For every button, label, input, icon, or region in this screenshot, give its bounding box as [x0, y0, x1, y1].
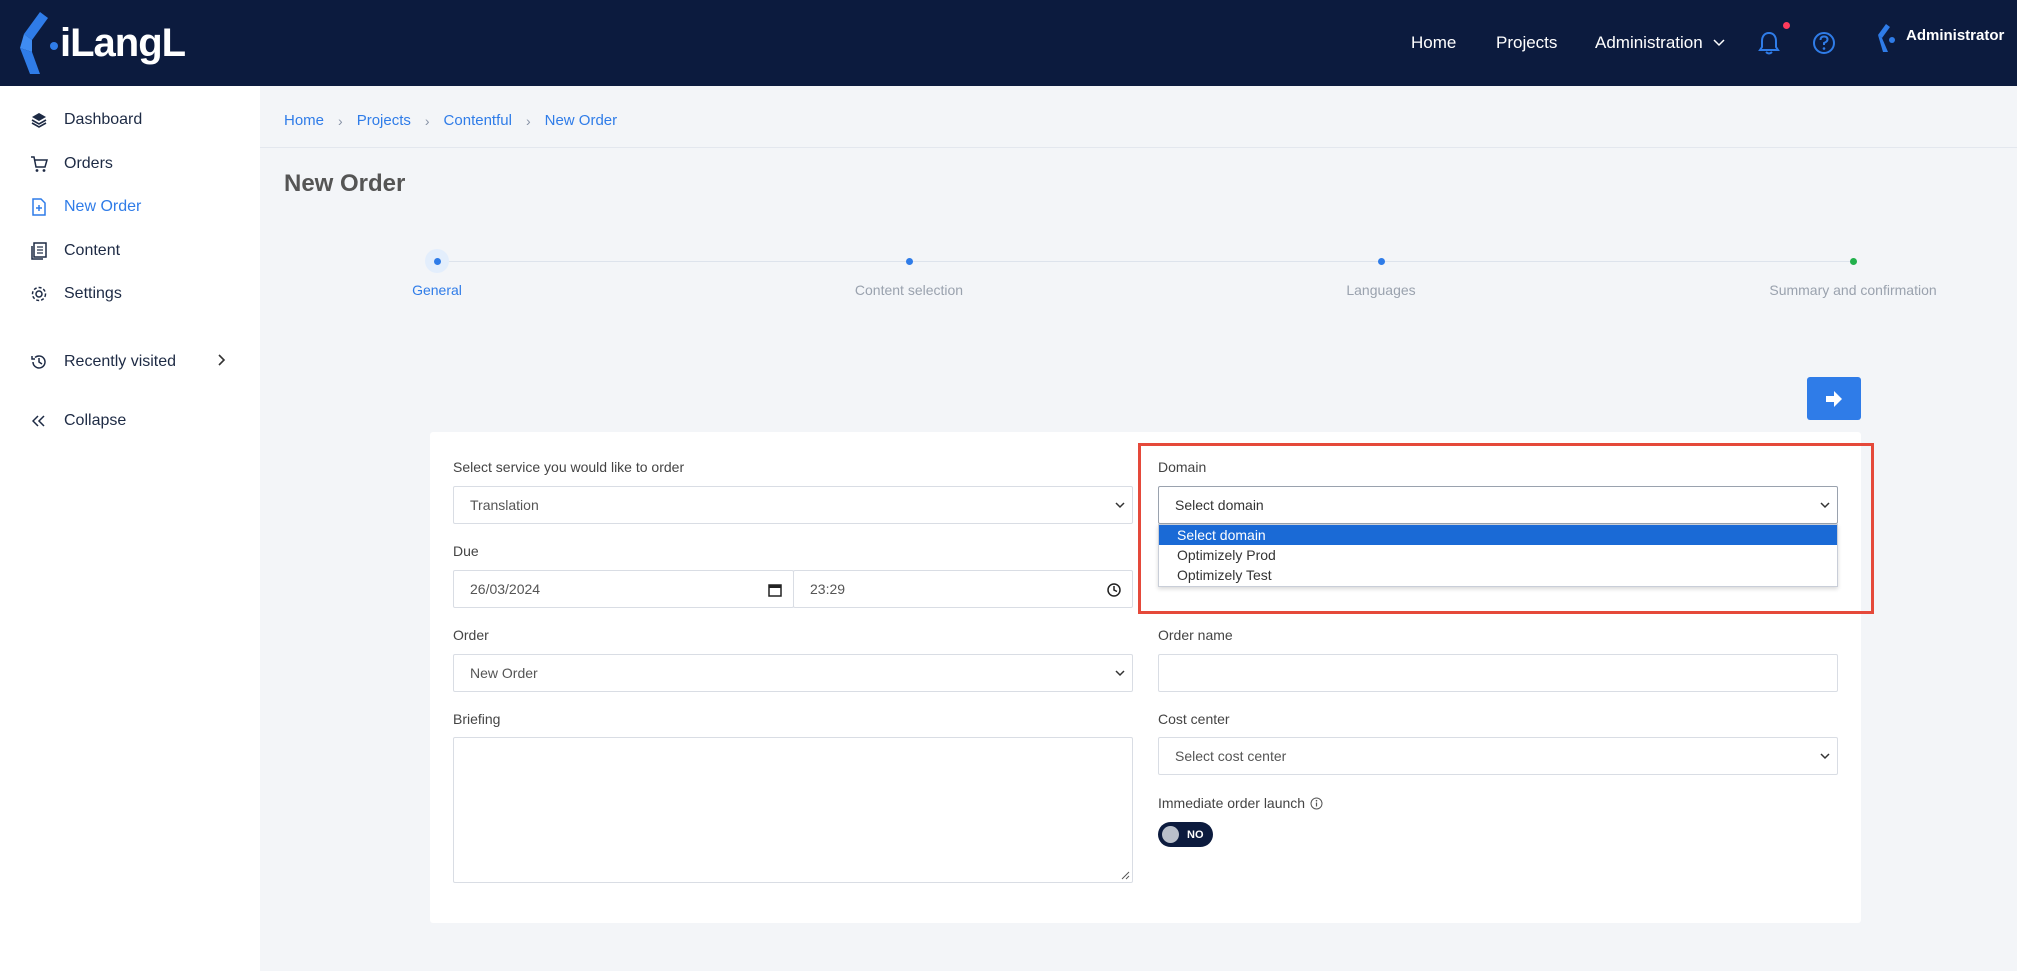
sidebar-item-dashboard[interactable]: Dashboard	[30, 108, 142, 132]
ilangl-logo[interactable]: iLangL	[10, 12, 186, 74]
immediate-launch-label: Immediate order launch	[1158, 795, 1306, 811]
domain-option[interactable]: Select domain	[1159, 525, 1837, 545]
sidebar-item-orders[interactable]: Orders	[30, 152, 113, 176]
cost-center-select[interactable]: Select cost center	[1158, 737, 1838, 775]
notification-dot	[1783, 22, 1790, 29]
breadcrumb-bar: Home › Projects › Contentful › New Order	[260, 86, 2017, 148]
sidebar-item-content[interactable]: Content	[30, 239, 120, 263]
breadcrumb-projects[interactable]: Projects	[357, 112, 411, 129]
domain-value: Select domain	[1175, 497, 1264, 513]
due-time-input[interactable]: 23:29	[793, 570, 1133, 608]
nav-home[interactable]: Home	[1411, 33, 1456, 53]
arrow-right-icon	[1826, 390, 1842, 407]
step-dot-languages[interactable]	[1378, 258, 1385, 265]
due-date-value: 26/03/2024	[470, 581, 541, 597]
chevron-down-icon	[1115, 502, 1125, 509]
immediate-launch-toggle[interactable]: NO	[1158, 822, 1213, 847]
next-step-button[interactable]	[1807, 377, 1861, 420]
chevron-right-icon: ›	[338, 112, 343, 129]
page-title: New Order	[284, 170, 406, 197]
step-label-summary[interactable]: Summary and confirmation	[1769, 282, 1936, 298]
layers-icon	[30, 111, 48, 129]
breadcrumb-contentful[interactable]: Contentful	[444, 112, 512, 129]
step-label-languages[interactable]: Languages	[1346, 282, 1415, 298]
sidebar: Dashboard Orders New Order Content Setti…	[0, 86, 260, 971]
chevron-down-icon	[1820, 502, 1830, 509]
sidebar-item-settings[interactable]: Settings	[30, 282, 122, 306]
gear-icon	[30, 285, 48, 303]
history-icon	[30, 353, 48, 371]
order-value: New Order	[470, 665, 538, 681]
cost-center-label: Cost center	[1158, 711, 1230, 727]
step-dot-general[interactable]	[434, 258, 441, 265]
sidebar-item-label: Recently visited	[64, 353, 177, 370]
step-label-general[interactable]: General	[412, 282, 462, 298]
chevron-down-icon	[1820, 753, 1830, 760]
order-label: Order	[453, 627, 489, 643]
stepper-track	[437, 261, 1855, 262]
briefing-textarea[interactable]	[453, 737, 1133, 883]
due-time-value: 23:29	[810, 581, 846, 597]
sidebar-item-recently-visited[interactable]: Recently visited	[30, 350, 226, 374]
service-select[interactable]: Translation	[453, 486, 1133, 524]
toggle-state: NO	[1187, 828, 1204, 841]
chevron-right-icon: ›	[424, 112, 430, 129]
chevron-right-icon	[218, 353, 226, 371]
step-dot-summary[interactable]	[1850, 258, 1857, 265]
service-label: Select service you would like to order	[453, 459, 685, 475]
logo-mark-icon	[20, 12, 58, 74]
breadcrumb: Home › Projects › Contentful › New Order	[284, 112, 617, 129]
documents-icon	[30, 242, 48, 260]
domain-option[interactable]: Optimizely Test	[1159, 565, 1837, 585]
step-label-content-selection[interactable]: Content selection	[855, 282, 963, 298]
sidebar-item-label: Orders	[64, 155, 113, 172]
chevron-down-icon	[1713, 36, 1725, 50]
user-name: Administrator	[1906, 26, 2005, 44]
logo-text: iLangL	[60, 20, 186, 65]
nav-projects[interactable]: Projects	[1496, 33, 1557, 53]
domain-select[interactable]: Select domain	[1158, 486, 1838, 524]
cart-icon	[30, 155, 48, 173]
chevron-right-icon: ›	[525, 112, 531, 129]
breadcrumb-home[interactable]: Home	[284, 112, 324, 129]
calendar-icon[interactable]	[767, 582, 783, 598]
new-file-icon	[30, 198, 48, 216]
immediate-launch-label-row: Immediate order launch	[1158, 795, 1323, 811]
clock-icon[interactable]	[1106, 582, 1122, 598]
sidebar-item-label: New Order	[64, 198, 142, 215]
user-avatar-icon	[1878, 24, 1895, 52]
bell-icon[interactable]	[1756, 30, 1782, 56]
double-chevron-left-icon	[30, 412, 48, 430]
briefing-label: Briefing	[453, 711, 501, 727]
sidebar-item-label: Dashboard	[64, 111, 143, 128]
sidebar-item-label: Collapse	[64, 412, 127, 429]
breadcrumb-new-order[interactable]: New Order	[545, 112, 618, 129]
toggle-knob	[1162, 826, 1179, 843]
sidebar-item-collapse[interactable]: Collapse	[30, 409, 126, 433]
cost-center-value: Select cost center	[1175, 748, 1287, 764]
step-dot-content-selection[interactable]	[906, 258, 913, 265]
domain-dropdown-list: Select domain Optimizely Prod Optimizely…	[1158, 524, 1838, 587]
nav-administration[interactable]: Administration	[1595, 33, 1725, 53]
help-icon[interactable]	[1811, 30, 1837, 56]
domain-label: Domain	[1158, 459, 1207, 475]
sidebar-item-label: Settings	[64, 285, 122, 302]
info-icon[interactable]	[1310, 797, 1323, 810]
order-name-input[interactable]	[1158, 654, 1838, 692]
order-name-label: Order name	[1158, 627, 1233, 643]
service-value: Translation	[470, 497, 539, 513]
nav-administration-label: Administration	[1595, 33, 1703, 52]
domain-option[interactable]: Optimizely Prod	[1159, 545, 1837, 565]
top-navigation-bar: iLangL Home Projects Administration Admi…	[0, 0, 2017, 86]
sidebar-item-label: Content	[64, 242, 121, 259]
due-label: Due	[453, 543, 479, 559]
order-select[interactable]: New Order	[453, 654, 1133, 692]
user-menu[interactable]: Administrator	[1872, 22, 2004, 54]
sidebar-item-new-order[interactable]: New Order	[30, 195, 141, 219]
resize-grip-icon[interactable]	[1120, 870, 1130, 880]
chevron-down-icon	[1115, 670, 1125, 677]
due-date-input[interactable]: 26/03/2024	[453, 570, 794, 608]
